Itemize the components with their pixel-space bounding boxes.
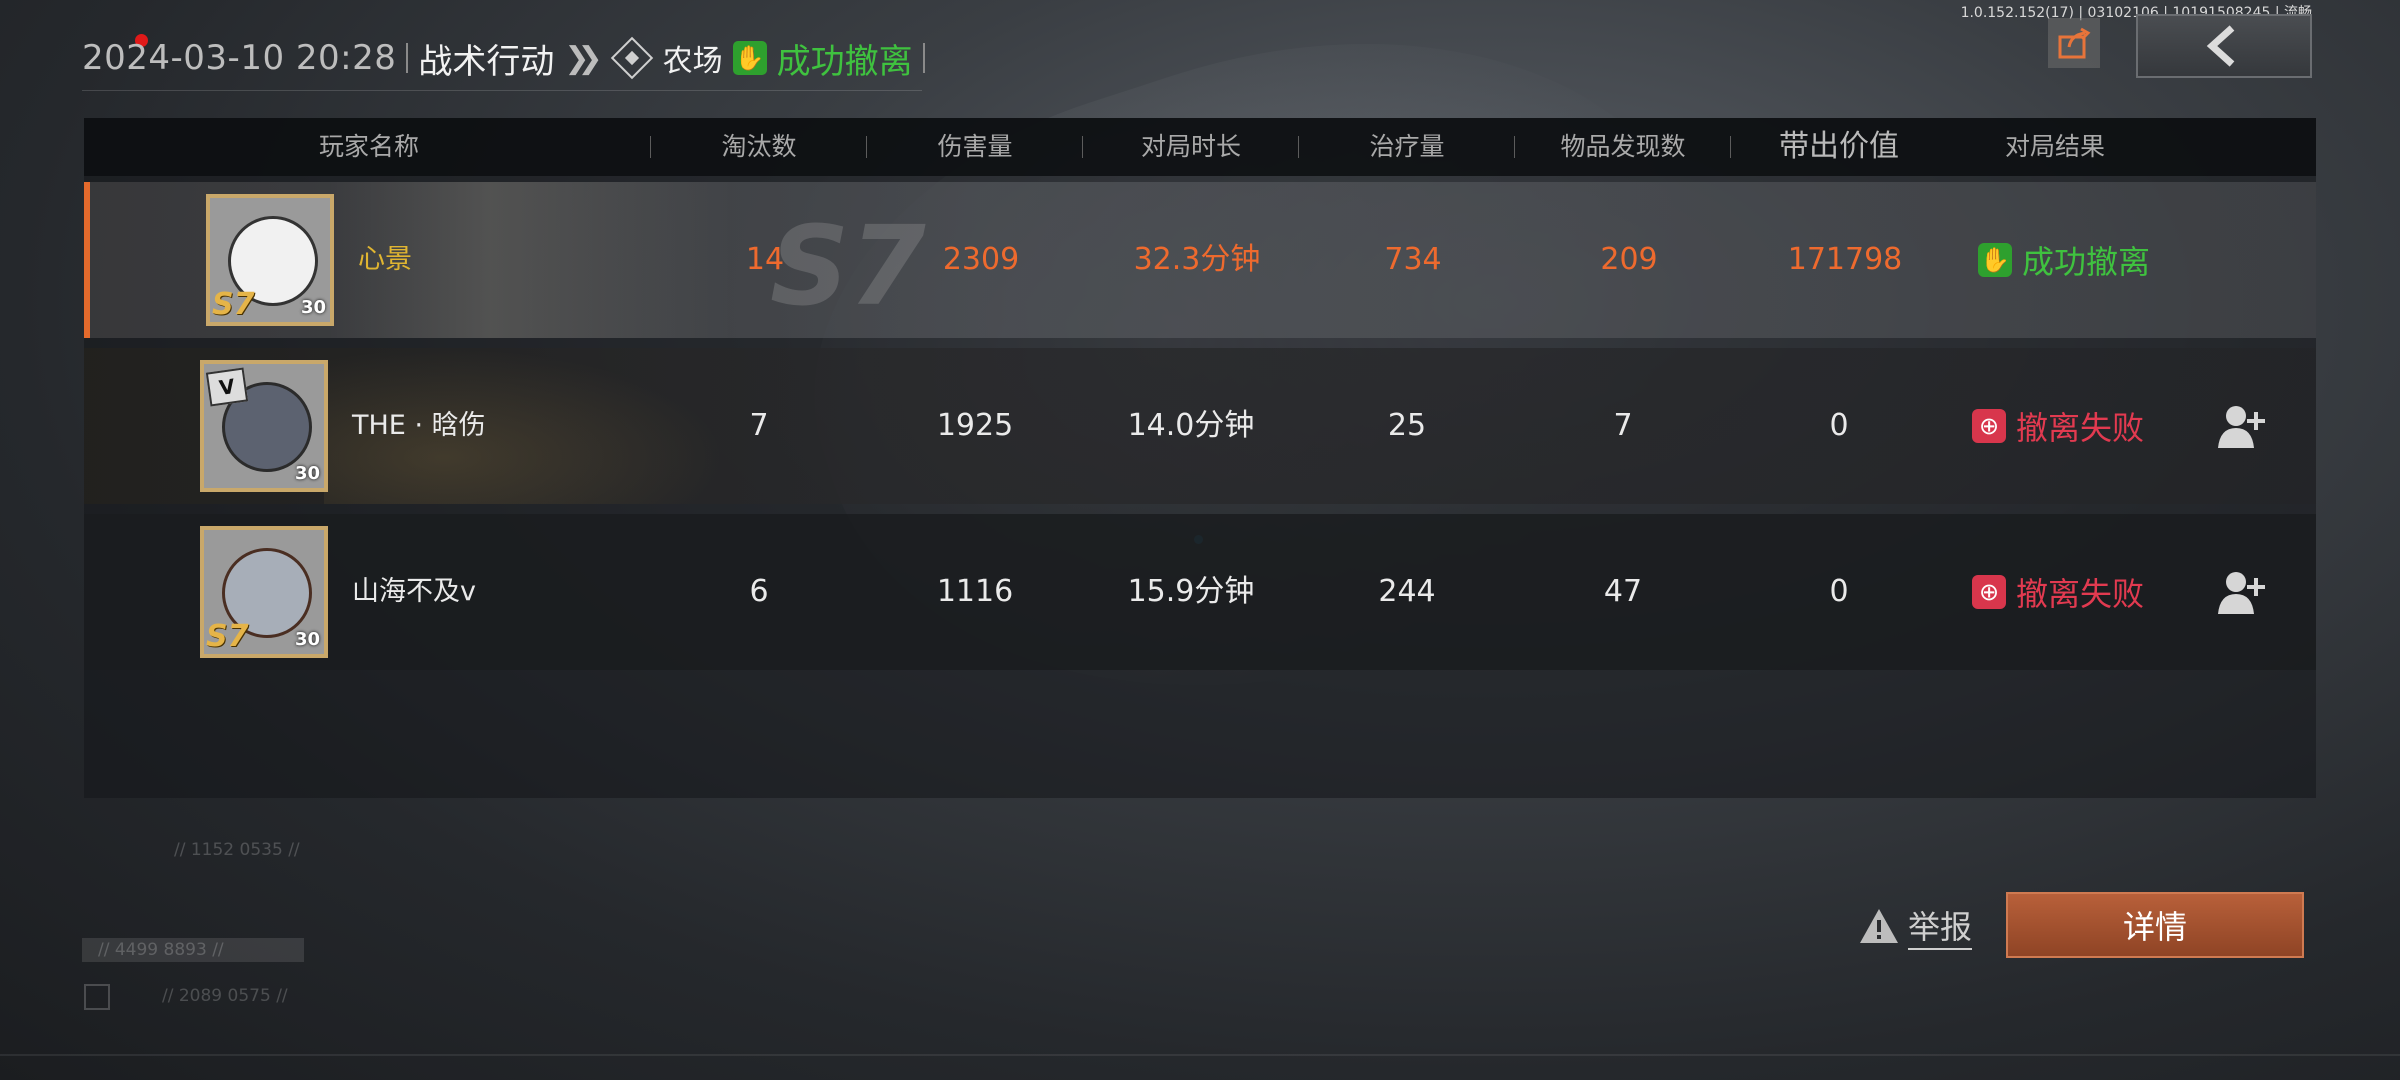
items-found-value: 7 (1613, 408, 1633, 443)
eliminations-value: 7 (749, 408, 769, 443)
add-friend-icon[interactable] (2216, 402, 2268, 450)
fail-target-icon: ⊕ (1972, 409, 2006, 443)
column-header: 淘汰数 (721, 132, 797, 161)
column-header: 伤害量 (937, 132, 1013, 161)
column-header: 物品发现数 (1560, 132, 1686, 161)
result-label: 成功撤离 (2022, 243, 2151, 281)
table-header: 玩家名称 淘汰数 伤害量 对局时长 治疗量 物品发现数 带出价值 对局结果 (84, 118, 2316, 176)
value-out: 0 (1829, 408, 1849, 443)
duration-value: 32.3分钟 (1133, 242, 1261, 277)
duration-value: 14.0分钟 (1127, 408, 1255, 443)
healing-value: 25 (1387, 408, 1427, 443)
report-label: 举报 (1908, 902, 1973, 950)
healing-value: 734 (1384, 242, 1442, 277)
extraction-result: ⊕ 撤离失败 (1972, 514, 2144, 670)
match-header: 2024-03-10 20:28 战术行动 ❯❯ 农场 ✋ 成功撤离 (82, 30, 925, 86)
avatar[interactable]: S7 30 (206, 194, 334, 326)
column-divider (650, 136, 651, 158)
extraction-result: ✋ 成功撤离 (1978, 182, 2150, 338)
items-found-value: 47 (1603, 574, 1643, 609)
table-row[interactable]: S7 30 山海不及v 6 1116 15.9分钟 244 47 0 ⊕ 撤离失… (84, 514, 2316, 670)
bottom-divider (0, 1054, 2400, 1056)
game-mode: 战术行动 (418, 41, 555, 82)
thumbs-up-icon: ✋ (732, 41, 767, 75)
result-label: 撤离失败 (2016, 409, 2145, 447)
extraction-result: ⊕ 撤离失败 (1972, 348, 2144, 504)
column-header: 对局时长 (1140, 132, 1241, 161)
table-row[interactable]: V 30 THE · 晗伤 7 1925 14.0分钟 25 7 0 ⊕ 撤离失… (84, 348, 2316, 504)
player-level: 30 (294, 463, 320, 484)
column-header: 玩家名称 (318, 132, 419, 161)
avatar[interactable]: S7 30 (200, 526, 328, 658)
decor-code: // 4499 8893 // (98, 940, 224, 960)
warning-icon (1860, 909, 1898, 943)
decor-square-icon (84, 984, 110, 1010)
eliminations-value: 6 (749, 574, 769, 609)
player-name: 心景 (358, 244, 412, 275)
value-out: 0 (1829, 574, 1849, 609)
result-label: 撤离失败 (2016, 575, 2145, 613)
table-row[interactable]: S7 S7 30 心景 14 2309 32.3分钟 734 209 17179… (84, 182, 2316, 338)
match-datetime: 2024-03-10 20:28 (82, 38, 397, 78)
back-button[interactable] (2136, 14, 2312, 78)
decor-code: // 1152 0535 // (174, 840, 300, 860)
vip-badge-icon: V (205, 367, 249, 407)
duration-value: 15.9分钟 (1127, 574, 1255, 609)
match-result: 成功撤离 (776, 41, 913, 82)
items-found-value: 209 (1600, 242, 1658, 277)
column-divider (1730, 136, 1731, 158)
damage-value: 1116 (936, 574, 1014, 609)
map-diamond-icon (610, 36, 653, 80)
chevron-right-icon: ❯❯ (564, 40, 602, 76)
player-name: 山海不及v (352, 576, 476, 607)
header-separator (922, 43, 925, 73)
scoreboard-table: 玩家名称 淘汰数 伤害量 对局时长 治疗量 物品发现数 带出价值 对局结果 S7… (84, 118, 2316, 798)
share-button[interactable] (2048, 18, 2100, 68)
details-button[interactable]: 详情 (2006, 892, 2304, 958)
damage-value: 1925 (936, 408, 1014, 443)
decor-code: // 2089 0575 // (162, 986, 288, 1006)
header-underline (82, 90, 922, 91)
healing-value: 244 (1378, 574, 1436, 609)
column-divider (1514, 136, 1515, 158)
report-button[interactable]: 举报 (1858, 902, 1973, 950)
add-friend-icon[interactable] (2216, 568, 2268, 616)
share-icon (2058, 27, 2091, 59)
player-name: THE · 晗伤 (352, 410, 486, 441)
value-out: 171798 (1787, 242, 1903, 277)
map-name: 农场 (662, 44, 723, 79)
column-header: 对局结果 (2004, 132, 2105, 161)
column-divider (866, 136, 867, 158)
avatar[interactable]: V 30 (200, 360, 328, 492)
player-level: 30 (300, 297, 326, 318)
player-level: 30 (294, 629, 320, 650)
back-arrow-icon (2206, 25, 2235, 67)
column-header: 治疗量 (1369, 132, 1445, 161)
column-header: 带出价值 (1779, 129, 1899, 164)
header-separator (406, 43, 409, 73)
thumbs-up-icon: ✋ (1978, 243, 2012, 277)
season-badge: S7 (212, 287, 255, 322)
damage-value: 2309 (942, 242, 1020, 277)
fail-target-icon: ⊕ (1972, 575, 2006, 609)
eliminations-value: 14 (745, 242, 785, 277)
season-badge: S7 (206, 619, 249, 654)
column-divider (1298, 136, 1299, 158)
column-divider (1082, 136, 1083, 158)
